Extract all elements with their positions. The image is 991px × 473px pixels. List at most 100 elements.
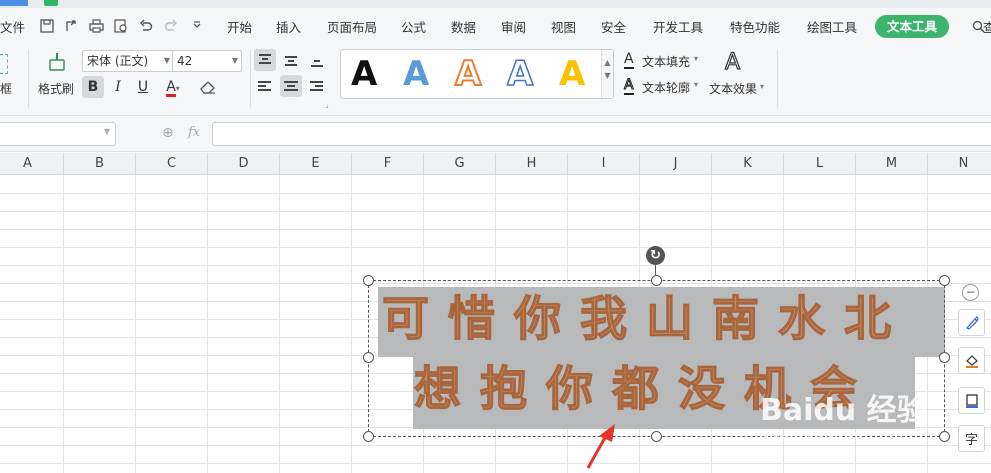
- resize-handle-right[interactable]: [939, 352, 950, 363]
- align-right-button[interactable]: [306, 75, 328, 97]
- chevron-down-icon: ▾: [694, 54, 699, 63]
- chevron-down-icon: ▼: [163, 56, 170, 65]
- zoom-icon[interactable]: ⊕: [162, 125, 174, 141]
- textbox-tool-icon[interactable]: [0, 54, 8, 74]
- align-top-button[interactable]: [254, 49, 276, 71]
- text-effects-icon: A: [724, 49, 741, 75]
- align-center-button[interactable]: [280, 75, 302, 97]
- export-icon[interactable]: [62, 17, 80, 35]
- bold-button[interactable]: B: [82, 76, 104, 98]
- save-icon[interactable]: [38, 17, 56, 35]
- collapse-icon[interactable]: −: [962, 284, 979, 301]
- file-tab-accent: [0, 0, 28, 6]
- print-icon[interactable]: [87, 17, 105, 35]
- gallery-scroll-button[interactable]: ▲ ▼: [601, 50, 613, 98]
- column-header[interactable]: D: [208, 153, 280, 175]
- column-header[interactable]: H: [496, 153, 568, 175]
- menu-special-features[interactable]: 特色功能: [730, 17, 780, 36]
- resize-handle-bottom-right[interactable]: [939, 431, 950, 442]
- undo-icon[interactable]: [137, 17, 155, 35]
- column-header[interactable]: F: [352, 153, 424, 175]
- wordart-style-blue-outline[interactable]: A: [506, 52, 534, 96]
- underline-button[interactable]: U: [132, 76, 154, 98]
- align-middle-button[interactable]: [280, 49, 302, 71]
- align-left-button[interactable]: [254, 75, 276, 97]
- align-bottom-button[interactable]: [306, 49, 328, 71]
- chevron-down-icon: ▼: [231, 56, 238, 65]
- column-header[interactable]: C: [136, 153, 208, 175]
- font-size-select[interactable]: 42 ▼: [172, 50, 242, 72]
- resize-handle-top[interactable]: [651, 275, 662, 286]
- shape-style-button[interactable]: [958, 309, 985, 336]
- formula-input[interactable]: [212, 122, 991, 146]
- menu-security[interactable]: 安全: [601, 17, 626, 36]
- text-wrap-button[interactable]: 字: [958, 425, 985, 452]
- column-header[interactable]: N: [928, 153, 991, 175]
- chevron-down-icon: ▾: [175, 84, 180, 93]
- menu-file[interactable]: 文件: [0, 17, 25, 36]
- font-color-button[interactable]: A▾: [160, 76, 186, 98]
- column-header[interactable]: B: [64, 153, 136, 175]
- formula-bar: ▼ ⊕ fx: [0, 117, 991, 152]
- column-header[interactable]: L: [784, 153, 856, 175]
- chevron-down-icon: ▼: [103, 127, 110, 136]
- menu-overflow[interactable]: 查: [983, 17, 991, 36]
- menu-text-tools[interactable]: 文本工具: [875, 15, 949, 38]
- resize-handle-bottom-left[interactable]: [363, 431, 374, 442]
- paint-bucket-icon: [965, 354, 978, 368]
- baidu-watermark: Baidu 经验: [760, 393, 927, 428]
- wordart-style-black[interactable]: A: [351, 52, 377, 96]
- wordart-style-gold[interactable]: A: [559, 52, 585, 96]
- ribbon-separator: [777, 50, 778, 108]
- spreadsheet-window: 文件 开始 插入 页面布局 公式 数据 审阅 视图 安全 开发工具 特色功能 绘…: [0, 0, 991, 473]
- menu-data[interactable]: 数据: [451, 17, 476, 36]
- brush-icon: [965, 315, 979, 330]
- text-char-icon: 字: [964, 433, 978, 448]
- text-outline-label: 文本轮廓: [642, 81, 691, 95]
- menu-developer[interactable]: 开发工具: [653, 17, 703, 36]
- wordart-style-gallery: A A A A A ▲ ▼: [340, 49, 614, 99]
- outline-button[interactable]: [958, 387, 985, 414]
- column-header[interactable]: G: [424, 153, 496, 175]
- ribbon-separator: [28, 50, 29, 108]
- column-header[interactable]: J: [640, 153, 712, 175]
- resize-handle-top-right[interactable]: [939, 275, 950, 286]
- menu-home[interactable]: 开始: [227, 17, 252, 36]
- app-logo: [44, 0, 58, 6]
- resize-handle-bottom[interactable]: [651, 431, 662, 442]
- column-header[interactable]: A: [0, 153, 64, 175]
- font-name-value: 宋体 (正文): [87, 54, 149, 68]
- column-header[interactable]: M: [856, 153, 928, 175]
- eraser-icon[interactable]: [199, 79, 217, 95]
- column-header[interactable]: K: [712, 153, 784, 175]
- format-painter-icon[interactable]: [45, 50, 69, 74]
- function-icon[interactable]: fx: [188, 125, 200, 140]
- text-effects-button[interactable]: A 文本效果 ▾: [705, 49, 767, 100]
- font-name-select[interactable]: 宋体 (正文) ▼: [82, 50, 174, 72]
- chevron-up-icon: ▲: [604, 58, 611, 67]
- name-box[interactable]: ▼: [0, 122, 116, 146]
- format-painter-label[interactable]: 格式刷: [38, 80, 74, 97]
- column-header[interactable]: E: [280, 153, 352, 175]
- column-header[interactable]: I: [568, 153, 640, 175]
- menu-view[interactable]: 视图: [551, 17, 576, 36]
- fill-button[interactable]: [958, 347, 985, 374]
- textbox-tool-label: 框: [0, 82, 13, 96]
- wordart-style-blue[interactable]: A: [403, 52, 429, 96]
- menu-formulas[interactable]: 公式: [401, 17, 426, 36]
- text-fill-label: 文本填充: [642, 55, 691, 69]
- menu-drawing-tools[interactable]: 绘图工具: [807, 17, 857, 36]
- resize-handle-top-left[interactable]: [363, 275, 374, 286]
- menu-page-layout[interactable]: 页面布局: [327, 17, 377, 36]
- italic-button[interactable]: I: [107, 76, 129, 98]
- redo-icon[interactable]: [162, 17, 180, 35]
- menu-review[interactable]: 审阅: [501, 17, 526, 36]
- menu-insert[interactable]: 插入: [276, 17, 301, 36]
- wordart-style-orange-outline[interactable]: A: [454, 52, 482, 96]
- print-preview-icon[interactable]: [112, 17, 130, 35]
- customize-toolbar-icon[interactable]: [188, 17, 206, 35]
- dialog-launcher-icon[interactable]: ⌟: [325, 100, 329, 109]
- rotate-handle-icon[interactable]: ↻: [646, 246, 665, 265]
- resize-handle-left[interactable]: [363, 352, 374, 363]
- column-header-row: A B C D E F G H I J K L M N: [0, 153, 991, 175]
